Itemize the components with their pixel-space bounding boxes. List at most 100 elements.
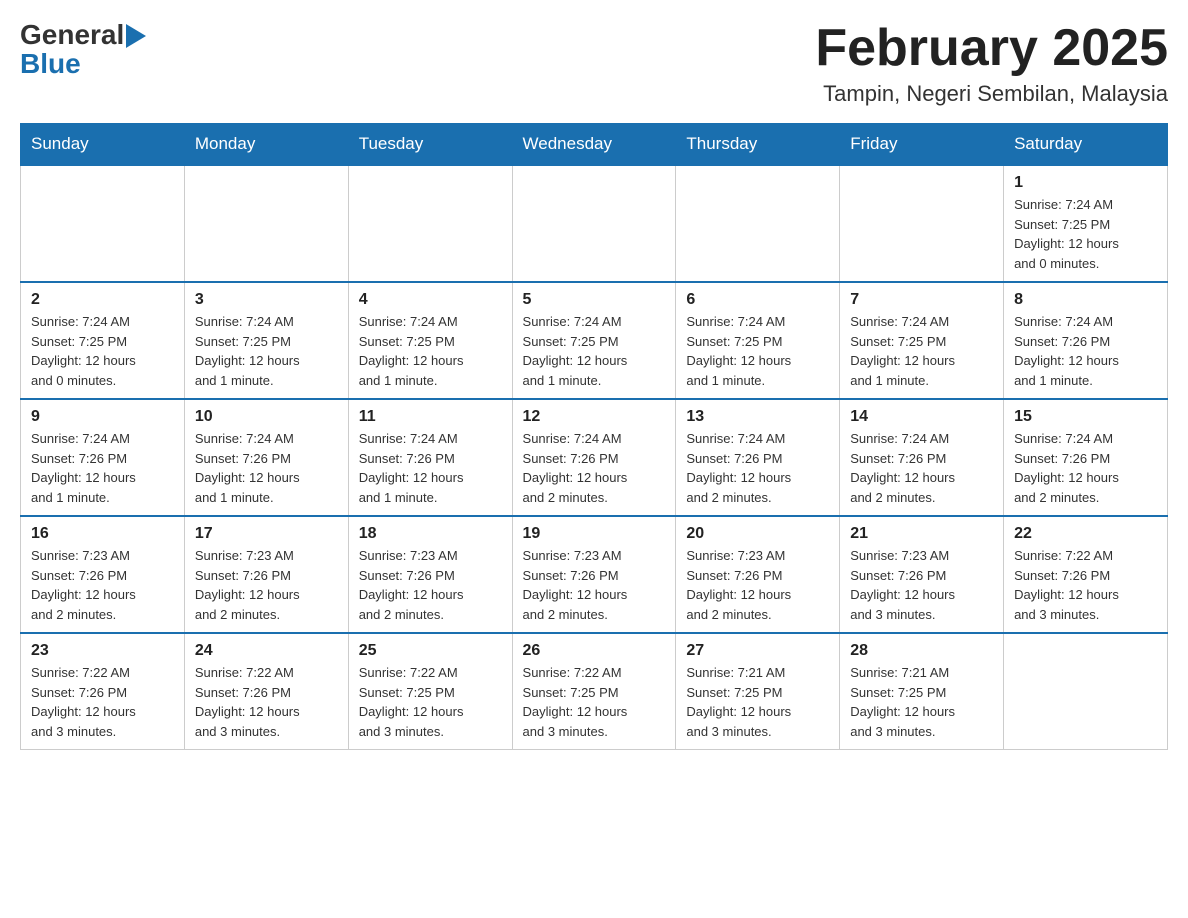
column-header-wednesday: Wednesday bbox=[512, 124, 676, 166]
day-info: Sunrise: 7:22 AM Sunset: 7:26 PM Dayligh… bbox=[1014, 546, 1157, 624]
calendar-week-row: 9 Sunrise: 7:24 AM Sunset: 7:26 PM Daylig… bbox=[21, 399, 1168, 516]
day-info: Sunrise: 7:24 AM Sunset: 7:26 PM Dayligh… bbox=[1014, 429, 1157, 507]
calendar-cell: 12 Sunrise: 7:24 AM Sunset: 7:26 PM Dayli… bbox=[512, 399, 676, 516]
calendar-cell bbox=[840, 165, 1004, 282]
calendar-cell: 13Sunrise: 7:24 AM Sunset: 7:26 PM Dayli… bbox=[676, 399, 840, 516]
calendar: SundayMondayTuesdayWednesdayThursdayFrid… bbox=[20, 123, 1168, 750]
day-number: 16 bbox=[31, 525, 174, 543]
calendar-cell bbox=[348, 165, 512, 282]
column-header-tuesday: Tuesday bbox=[348, 124, 512, 166]
page-header: General Blue February 2025 Tampin, Neger… bbox=[20, 20, 1168, 107]
day-info: Sunrise: 7:21 AM Sunset: 7:25 PM Dayligh… bbox=[850, 663, 993, 741]
calendar-cell: 1 Sunrise: 7:24 AM Sunset: 7:25 PM Daylig… bbox=[1004, 165, 1168, 282]
location: Tampin, Negeri Sembilan, Malaysia bbox=[815, 81, 1168, 107]
day-info: Sunrise: 7:21 AM Sunset: 7:25 PM Dayligh… bbox=[686, 663, 829, 741]
day-info: Sunrise: 7:24 AM Sunset: 7:25 PM Dayligh… bbox=[31, 312, 174, 390]
calendar-week-row: 1 Sunrise: 7:24 AM Sunset: 7:25 PM Daylig… bbox=[21, 165, 1168, 282]
calendar-cell bbox=[676, 165, 840, 282]
calendar-week-row: 2 Sunrise: 7:24 AM Sunset: 7:25 PM Daylig… bbox=[21, 282, 1168, 399]
calendar-cell: 8 Sunrise: 7:24 AM Sunset: 7:26 PM Daylig… bbox=[1004, 282, 1168, 399]
calendar-cell: 11 Sunrise: 7:24 AM Sunset: 7:26 PM Dayli… bbox=[348, 399, 512, 516]
column-header-monday: Monday bbox=[184, 124, 348, 166]
calendar-cell bbox=[512, 165, 676, 282]
day-number: 8 bbox=[1014, 291, 1157, 309]
day-info: Sunrise: 7:24 AM Sunset: 7:26 PM Dayligh… bbox=[31, 429, 174, 507]
logo-arrow-icon bbox=[126, 22, 150, 50]
calendar-cell: 18 Sunrise: 7:23 AM Sunset: 7:26 PM Dayli… bbox=[348, 516, 512, 633]
calendar-cell: 10 Sunrise: 7:24 AM Sunset: 7:26 PM Dayli… bbox=[184, 399, 348, 516]
calendar-week-row: 23 Sunrise: 7:22 AM Sunset: 7:26 PM Dayli… bbox=[21, 633, 1168, 750]
day-number: 11 bbox=[359, 408, 502, 426]
day-number: 26 bbox=[523, 642, 666, 660]
calendar-cell: 28 Sunrise: 7:21 AM Sunset: 7:25 PM Dayli… bbox=[840, 633, 1004, 750]
day-info: Sunrise: 7:23 AM Sunset: 7:26 PM Dayligh… bbox=[850, 546, 993, 624]
day-info: Sunrise: 7:24 AM Sunset: 7:25 PM Dayligh… bbox=[359, 312, 502, 390]
logo: General Blue bbox=[20, 20, 150, 78]
calendar-cell: 21Sunrise: 7:23 AM Sunset: 7:26 PM Dayli… bbox=[840, 516, 1004, 633]
day-number: 27 bbox=[686, 642, 829, 660]
month-title: February 2025 bbox=[815, 20, 1168, 77]
calendar-cell bbox=[21, 165, 185, 282]
day-info: Sunrise: 7:24 AM Sunset: 7:26 PM Dayligh… bbox=[195, 429, 338, 507]
day-number: 3 bbox=[195, 291, 338, 309]
day-number: 10 bbox=[195, 408, 338, 426]
column-header-friday: Friday bbox=[840, 124, 1004, 166]
calendar-cell: 16 Sunrise: 7:23 AM Sunset: 7:26 PM Dayli… bbox=[21, 516, 185, 633]
calendar-cell: 27 Sunrise: 7:21 AM Sunset: 7:25 PM Dayli… bbox=[676, 633, 840, 750]
day-number: 20 bbox=[686, 525, 829, 543]
day-number: 15 bbox=[1014, 408, 1157, 426]
calendar-cell: 4 Sunrise: 7:24 AM Sunset: 7:25 PM Daylig… bbox=[348, 282, 512, 399]
day-number: 7 bbox=[850, 291, 993, 309]
day-info: Sunrise: 7:24 AM Sunset: 7:26 PM Dayligh… bbox=[1014, 312, 1157, 390]
calendar-cell: 7 Sunrise: 7:24 AM Sunset: 7:25 PM Daylig… bbox=[840, 282, 1004, 399]
day-info: Sunrise: 7:24 AM Sunset: 7:26 PM Dayligh… bbox=[850, 429, 993, 507]
day-number: 4 bbox=[359, 291, 502, 309]
column-header-sunday: Sunday bbox=[21, 124, 185, 166]
day-info: Sunrise: 7:23 AM Sunset: 7:26 PM Dayligh… bbox=[523, 546, 666, 624]
day-number: 12 bbox=[523, 408, 666, 426]
calendar-cell: 15 Sunrise: 7:24 AM Sunset: 7:26 PM Dayli… bbox=[1004, 399, 1168, 516]
calendar-cell: 20Sunrise: 7:23 AM Sunset: 7:26 PM Dayli… bbox=[676, 516, 840, 633]
day-info: Sunrise: 7:24 AM Sunset: 7:25 PM Dayligh… bbox=[1014, 195, 1157, 273]
day-number: 14 bbox=[850, 408, 993, 426]
day-number: 9 bbox=[31, 408, 174, 426]
calendar-week-row: 16 Sunrise: 7:23 AM Sunset: 7:26 PM Dayli… bbox=[21, 516, 1168, 633]
day-number: 19 bbox=[523, 525, 666, 543]
calendar-cell: 23 Sunrise: 7:22 AM Sunset: 7:26 PM Dayli… bbox=[21, 633, 185, 750]
day-number: 25 bbox=[359, 642, 502, 660]
calendar-cell: 26 Sunrise: 7:22 AM Sunset: 7:25 PM Dayli… bbox=[512, 633, 676, 750]
calendar-cell: 24Sunrise: 7:22 AM Sunset: 7:26 PM Dayli… bbox=[184, 633, 348, 750]
calendar-cell: 14 Sunrise: 7:24 AM Sunset: 7:26 PM Dayli… bbox=[840, 399, 1004, 516]
column-header-saturday: Saturday bbox=[1004, 124, 1168, 166]
day-number: 2 bbox=[31, 291, 174, 309]
calendar-cell: 19 Sunrise: 7:23 AM Sunset: 7:26 PM Dayli… bbox=[512, 516, 676, 633]
day-info: Sunrise: 7:24 AM Sunset: 7:25 PM Dayligh… bbox=[523, 312, 666, 390]
calendar-cell: 17Sunrise: 7:23 AM Sunset: 7:26 PM Dayli… bbox=[184, 516, 348, 633]
day-number: 28 bbox=[850, 642, 993, 660]
day-info: Sunrise: 7:23 AM Sunset: 7:26 PM Dayligh… bbox=[31, 546, 174, 624]
day-info: Sunrise: 7:24 AM Sunset: 7:25 PM Dayligh… bbox=[850, 312, 993, 390]
calendar-cell: 2 Sunrise: 7:24 AM Sunset: 7:25 PM Daylig… bbox=[21, 282, 185, 399]
calendar-cell bbox=[1004, 633, 1168, 750]
day-info: Sunrise: 7:22 AM Sunset: 7:26 PM Dayligh… bbox=[31, 663, 174, 741]
day-number: 1 bbox=[1014, 174, 1157, 192]
day-number: 13 bbox=[686, 408, 829, 426]
day-number: 6 bbox=[686, 291, 829, 309]
day-number: 5 bbox=[523, 291, 666, 309]
day-number: 18 bbox=[359, 525, 502, 543]
day-info: Sunrise: 7:23 AM Sunset: 7:26 PM Dayligh… bbox=[359, 546, 502, 624]
calendar-cell: 6Sunrise: 7:24 AM Sunset: 7:25 PM Daylig… bbox=[676, 282, 840, 399]
logo-blue-text: Blue bbox=[20, 50, 81, 78]
calendar-cell: 3 Sunrise: 7:24 AM Sunset: 7:25 PM Daylig… bbox=[184, 282, 348, 399]
logo-general-text: General bbox=[20, 21, 124, 49]
day-info: Sunrise: 7:24 AM Sunset: 7:26 PM Dayligh… bbox=[523, 429, 666, 507]
day-info: Sunrise: 7:22 AM Sunset: 7:25 PM Dayligh… bbox=[523, 663, 666, 741]
day-number: 23 bbox=[31, 642, 174, 660]
day-number: 24 bbox=[195, 642, 338, 660]
day-info: Sunrise: 7:23 AM Sunset: 7:26 PM Dayligh… bbox=[195, 546, 338, 624]
calendar-cell: 9 Sunrise: 7:24 AM Sunset: 7:26 PM Daylig… bbox=[21, 399, 185, 516]
day-info: Sunrise: 7:24 AM Sunset: 7:26 PM Dayligh… bbox=[359, 429, 502, 507]
day-info: Sunrise: 7:24 AM Sunset: 7:25 PM Dayligh… bbox=[195, 312, 338, 390]
day-info: Sunrise: 7:22 AM Sunset: 7:25 PM Dayligh… bbox=[359, 663, 502, 741]
calendar-cell: 25 Sunrise: 7:22 AM Sunset: 7:25 PM Dayli… bbox=[348, 633, 512, 750]
